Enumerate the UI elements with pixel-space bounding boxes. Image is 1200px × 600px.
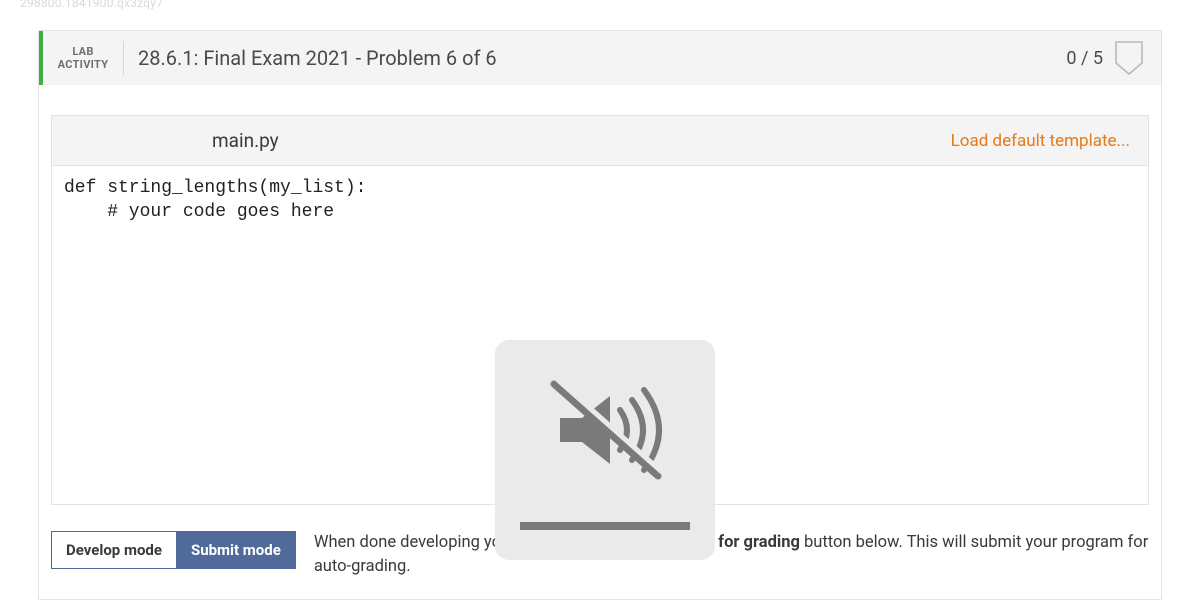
lab-badge-line1: LAB <box>43 45 123 58</box>
watermark-text: 298800.1841900.qx3zqy7 <box>20 0 163 10</box>
divider <box>123 41 124 75</box>
submit-mode-button[interactable]: Submit mode <box>176 531 296 569</box>
lab-badge: LAB ACTIVITY <box>43 45 123 71</box>
lab-title: 28.6.1: Final Exam 2021 - Problem 6 of 6 <box>138 46 1066 70</box>
develop-mode-button[interactable]: Develop mode <box>51 531 176 569</box>
mode-help-text: When done developing your program, press… <box>314 531 1149 579</box>
lab-header: LAB ACTIVITY 28.6.1: Final Exam 2021 - P… <box>39 31 1161 85</box>
editor-header: main.py Load default template... <box>51 115 1149 165</box>
mute-overlay[interactable] <box>495 340 715 560</box>
filename-label: main.py <box>52 129 951 152</box>
load-default-template-link[interactable]: Load default template... <box>951 131 1130 151</box>
volume-bar[interactable] <box>520 522 690 530</box>
lab-score: 0 / 5 <box>1066 48 1103 69</box>
lab-badge-line2: ACTIVITY <box>43 58 123 71</box>
speaker-muted-icon <box>530 370 680 494</box>
shield-icon <box>1115 41 1143 75</box>
